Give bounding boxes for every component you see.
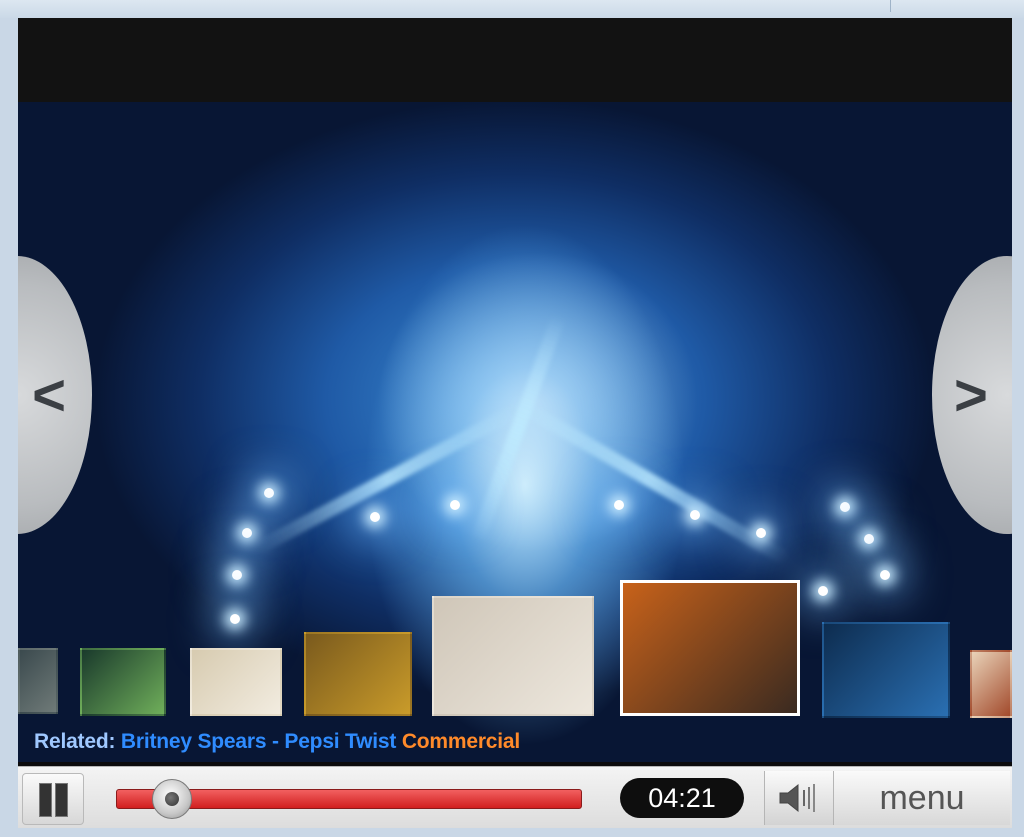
stage-light bbox=[614, 500, 624, 510]
letterbox-bar bbox=[18, 18, 1012, 102]
related-thumbnail[interactable] bbox=[970, 650, 1012, 718]
related-thumbnail[interactable] bbox=[822, 622, 950, 718]
related-thumbnail[interactable] bbox=[18, 648, 58, 714]
related-thumbnail[interactable] bbox=[432, 596, 594, 716]
stage-light bbox=[690, 510, 700, 520]
stage-light bbox=[840, 502, 850, 512]
stage-light bbox=[370, 512, 380, 522]
stage-light bbox=[864, 534, 874, 544]
frame-divider bbox=[890, 0, 891, 12]
chevron-right-icon: > bbox=[954, 362, 988, 428]
chevron-left-icon: < bbox=[32, 362, 66, 428]
related-thumbnail[interactable] bbox=[80, 648, 166, 716]
related-label: Related: bbox=[34, 730, 116, 753]
menu-button[interactable]: menu bbox=[834, 771, 1010, 825]
related-caption[interactable]: Related: Britney Spears - Pepsi Twist Co… bbox=[34, 730, 520, 754]
related-thumbnail[interactable] bbox=[304, 632, 412, 716]
stage-light bbox=[264, 488, 274, 498]
pause-button[interactable] bbox=[22, 773, 84, 825]
stage-light bbox=[756, 528, 766, 538]
stage-light bbox=[450, 500, 460, 510]
related-thumbnail-selected[interactable] bbox=[620, 580, 800, 716]
window-frame-top bbox=[0, 0, 1024, 18]
video-player: < > Related: Britney Spears - Pepsi Twis… bbox=[18, 18, 1012, 828]
related-title: Britney Spears - Pepsi Twist bbox=[120, 730, 397, 753]
volume-button[interactable] bbox=[764, 771, 834, 825]
related-thumbnail[interactable] bbox=[190, 648, 282, 716]
time-display: 04:21 bbox=[620, 778, 744, 818]
window-frame-right bbox=[1012, 18, 1024, 837]
stage-light bbox=[242, 528, 252, 538]
related-title-end: Commercial bbox=[401, 730, 521, 753]
control-bar: 04:21 menu bbox=[18, 766, 1012, 828]
window-frame-left bbox=[0, 18, 18, 837]
speaker-icon bbox=[779, 783, 815, 813]
seek-handle[interactable] bbox=[151, 779, 192, 819]
related-videos-strip bbox=[18, 578, 1012, 728]
light-haze bbox=[378, 252, 698, 552]
